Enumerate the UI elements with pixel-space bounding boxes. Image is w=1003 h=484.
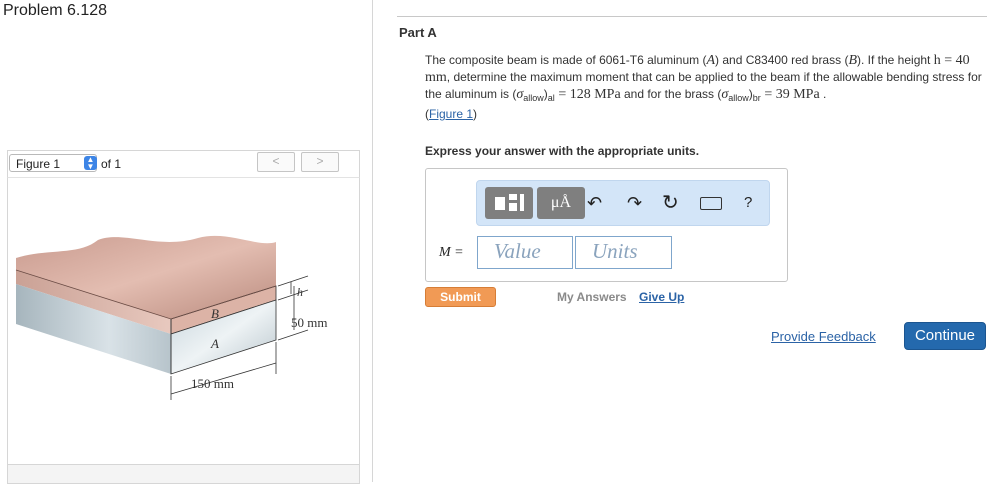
submit-button[interactable]: Submit bbox=[425, 287, 496, 307]
figure-count: of 1 bbox=[101, 157, 122, 171]
reset-icon[interactable]: ↻ bbox=[662, 190, 679, 215]
allow-subscript: allow bbox=[728, 93, 749, 103]
dim-height: 50 mm bbox=[291, 315, 327, 330]
allow-subscript: allow bbox=[523, 93, 544, 103]
m-label-text: M = bbox=[439, 245, 464, 260]
template-button[interactable] bbox=[485, 187, 533, 219]
problem-text: The composite beam is made of 6061-T6 al… bbox=[425, 53, 707, 67]
problem-title: Problem 6.128 bbox=[3, 2, 108, 19]
brass-stress-value: = 39 MPa bbox=[760, 87, 820, 102]
label-b: B bbox=[211, 306, 219, 321]
symbol-b: B bbox=[848, 53, 857, 68]
continue-button[interactable]: Continue bbox=[904, 322, 986, 350]
problem-text: ) and C83400 red brass ( bbox=[715, 53, 849, 67]
aluminum-stress-value: = 128 MPa bbox=[554, 87, 621, 102]
figure-scrollbar[interactable] bbox=[7, 464, 360, 484]
my-answers-link: My Answers bbox=[557, 290, 627, 304]
figure-link[interactable]: Figure 1 bbox=[429, 107, 473, 121]
give-up-link[interactable]: Give Up bbox=[639, 290, 684, 304]
br-subscript: br bbox=[752, 93, 761, 103]
problem-text: . bbox=[819, 87, 827, 101]
keyboard-icon[interactable] bbox=[700, 197, 722, 210]
value-input[interactable]: Value bbox=[477, 236, 573, 269]
chevron-updown-icon[interactable]: ▲ ▼ bbox=[84, 156, 97, 171]
problem-text: ). If the height bbox=[857, 53, 934, 67]
symbol-a: A bbox=[706, 53, 716, 68]
units-input[interactable]: Units bbox=[575, 236, 672, 269]
part-divider bbox=[397, 16, 987, 17]
part-label: Part A bbox=[399, 25, 437, 40]
al-subscript: al bbox=[547, 93, 555, 103]
next-figure-button[interactable]: > bbox=[301, 152, 339, 172]
label-h: h bbox=[297, 285, 303, 299]
composite-beam-figure: B A h 50 mm 150 mm bbox=[15, 235, 327, 400]
units-button[interactable]: μÅ bbox=[537, 187, 585, 219]
m-label: M = bbox=[439, 243, 464, 261]
provide-feedback-link[interactable]: Provide Feedback bbox=[771, 329, 876, 344]
prev-figure-button[interactable]: < bbox=[257, 152, 295, 172]
problem-statement: The composite beam is made of 6061-T6 al… bbox=[425, 53, 982, 121]
undo-icon[interactable]: ↶ bbox=[587, 193, 602, 214]
template-icon bbox=[495, 194, 524, 211]
problem-text: and for the brass ( bbox=[620, 87, 722, 101]
help-icon[interactable]: ? bbox=[744, 194, 752, 211]
redo-icon[interactable]: ↷ bbox=[627, 193, 642, 214]
label-a: A bbox=[210, 336, 219, 351]
instruction: Express your answer with the appropriate… bbox=[425, 144, 700, 158]
dim-width: 150 mm bbox=[191, 376, 234, 391]
